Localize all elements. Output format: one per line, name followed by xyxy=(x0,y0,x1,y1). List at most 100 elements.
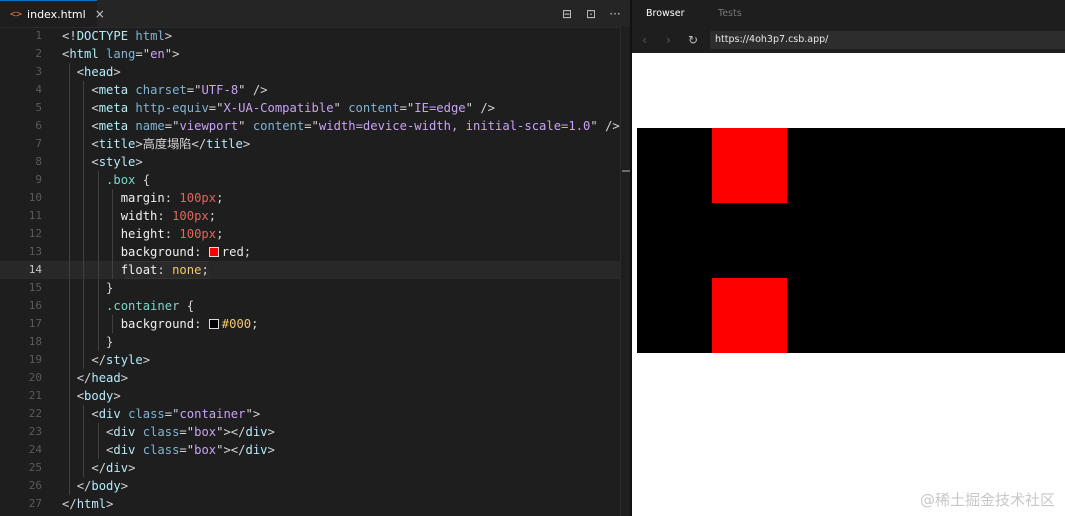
code-text: <div class="box"></div> xyxy=(106,425,275,439)
indent-guide xyxy=(83,81,84,99)
indent-guide xyxy=(98,297,99,315)
code-line[interactable]: 14 float: none; xyxy=(0,261,620,279)
code-line[interactable]: 27 </html> xyxy=(0,495,620,513)
indent-guide xyxy=(98,279,99,297)
code-line[interactable]: 16 .container { xyxy=(0,297,620,315)
browser-viewport: @稀土掘金技术社区 xyxy=(630,53,1065,516)
url-text: https://4oh3p7.csb.app/ xyxy=(715,34,829,45)
scrollbar-cursor-marker xyxy=(622,170,630,172)
code-line[interactable]: 24 <div class="box"></div> xyxy=(0,441,620,459)
forward-icon[interactable]: › xyxy=(666,33,671,47)
code-text: <meta http-equiv="X-UA-Compatible" conte… xyxy=(91,101,496,115)
back-icon[interactable]: ‹ xyxy=(642,33,647,47)
indent-guide xyxy=(69,135,70,153)
indent-guide xyxy=(98,171,99,189)
code-area[interactable]: 1 <!DOCTYPE html> 2 <html lang="en"> 3 <head… xyxy=(0,27,620,516)
indent-guide xyxy=(69,315,70,333)
browser-tab-bar: Browser Tests xyxy=(630,0,1065,27)
open-preview-icon[interactable]: ⊡ xyxy=(584,7,598,21)
indent-guide xyxy=(98,207,99,225)
line-number: 4 xyxy=(35,83,42,96)
code-text: <title>高度塌陷</title> xyxy=(91,137,251,151)
indent-guide xyxy=(69,207,70,225)
code-line[interactable]: 6 <meta name="viewport" content="width=d… xyxy=(0,117,620,135)
line-number: 11 xyxy=(28,209,42,222)
indent-guide xyxy=(98,333,99,351)
code-line[interactable]: 15 } xyxy=(0,279,620,297)
code-line[interactable]: 20 </head> xyxy=(0,369,620,387)
code-line[interactable]: 10 margin: 100px; xyxy=(0,189,620,207)
indent-guide xyxy=(69,297,70,315)
code-line[interactable]: 13 background: red; xyxy=(0,243,620,261)
line-number: 9 xyxy=(35,173,42,186)
code-line[interactable]: 12 height: 100px; xyxy=(0,225,620,243)
line-number: 5 xyxy=(35,101,42,114)
red-box-2 xyxy=(712,278,787,353)
reload-icon[interactable]: ↻ xyxy=(688,33,698,47)
code-line[interactable]: 11 width: 100px; xyxy=(0,207,620,225)
indent-guide xyxy=(69,333,70,351)
code-line[interactable]: 8 <style> xyxy=(0,153,620,171)
indent-guide xyxy=(69,477,70,495)
code-line[interactable]: 9 .box { xyxy=(0,171,620,189)
indent-guide xyxy=(83,333,84,351)
indent-guide xyxy=(83,297,84,315)
indent-guide xyxy=(69,81,70,99)
indent-guide xyxy=(69,117,70,135)
code-line[interactable]: 7 <title>高度塌陷</title> xyxy=(0,135,620,153)
indent-guide xyxy=(83,405,84,423)
code-text: <!DOCTYPE html> xyxy=(62,29,173,43)
line-number: 21 xyxy=(28,389,42,402)
indent-guide xyxy=(83,243,84,261)
tab-index-html[interactable]: <> index.html × xyxy=(0,0,105,27)
editor-actions: ⊟ ⊡ ··· xyxy=(560,0,622,27)
line-number: 16 xyxy=(28,299,42,312)
code-text: </head> xyxy=(76,371,129,385)
more-actions-icon[interactable]: ··· xyxy=(608,7,622,21)
code-text: </html> xyxy=(62,497,114,511)
indent-guide xyxy=(83,423,84,441)
indent-guide xyxy=(83,261,84,279)
line-number: 1 xyxy=(35,29,42,42)
code-line[interactable]: 2 <html lang="en"> xyxy=(0,45,620,63)
close-icon[interactable]: × xyxy=(95,7,105,21)
tab-tests[interactable]: Tests xyxy=(718,8,742,19)
split-editor-icon[interactable]: ⊟ xyxy=(560,7,574,21)
line-number: 17 xyxy=(28,317,42,330)
code-line[interactable]: 18 } xyxy=(0,333,620,351)
indent-guide xyxy=(69,99,70,117)
code-line[interactable]: 25 </div> xyxy=(0,459,620,477)
code-line[interactable]: 22 <div class="container"> xyxy=(0,405,620,423)
indent-guide xyxy=(69,351,70,369)
url-input[interactable]: https://4oh3p7.csb.app/ xyxy=(710,31,1065,49)
line-number: 10 xyxy=(28,191,42,204)
code-text: <style> xyxy=(91,155,143,169)
indent-guide xyxy=(98,189,99,207)
tab-browser[interactable]: Browser xyxy=(646,8,685,19)
tab-label: index.html xyxy=(27,7,86,21)
code-text: .box { xyxy=(106,173,151,187)
code-text: <meta charset="UTF-8" /> xyxy=(91,83,268,97)
editor-tab-bar: <> index.html × ⊟ ⊡ ··· xyxy=(0,0,630,28)
indent-guide xyxy=(98,441,99,459)
indent-guide xyxy=(83,189,84,207)
line-number: 2 xyxy=(35,47,42,60)
code-line[interactable]: 3 <head> xyxy=(0,63,620,81)
line-number: 20 xyxy=(28,371,42,384)
code-line[interactable]: 26 </body> xyxy=(0,477,620,495)
line-number: 25 xyxy=(28,461,42,474)
code-line[interactable]: 23 <div class="box"></div> xyxy=(0,423,620,441)
indent-guide xyxy=(83,225,84,243)
code-line[interactable]: 19 </style> xyxy=(0,351,620,369)
code-line[interactable]: 1 <!DOCTYPE html> xyxy=(0,27,620,45)
line-number: 27 xyxy=(28,497,42,510)
code-line[interactable]: 21 <body> xyxy=(0,387,620,405)
indent-guide xyxy=(69,405,70,423)
code-text: .container { xyxy=(106,299,195,313)
indent-guide xyxy=(83,99,84,117)
code-line[interactable]: 5 <meta http-equiv="X-UA-Compatible" con… xyxy=(0,99,620,117)
indent-guide xyxy=(98,243,99,261)
code-line[interactable]: 17 background: #000; xyxy=(0,315,620,333)
indent-guide xyxy=(98,261,99,279)
code-line[interactable]: 4 <meta charset="UTF-8" /> xyxy=(0,81,620,99)
